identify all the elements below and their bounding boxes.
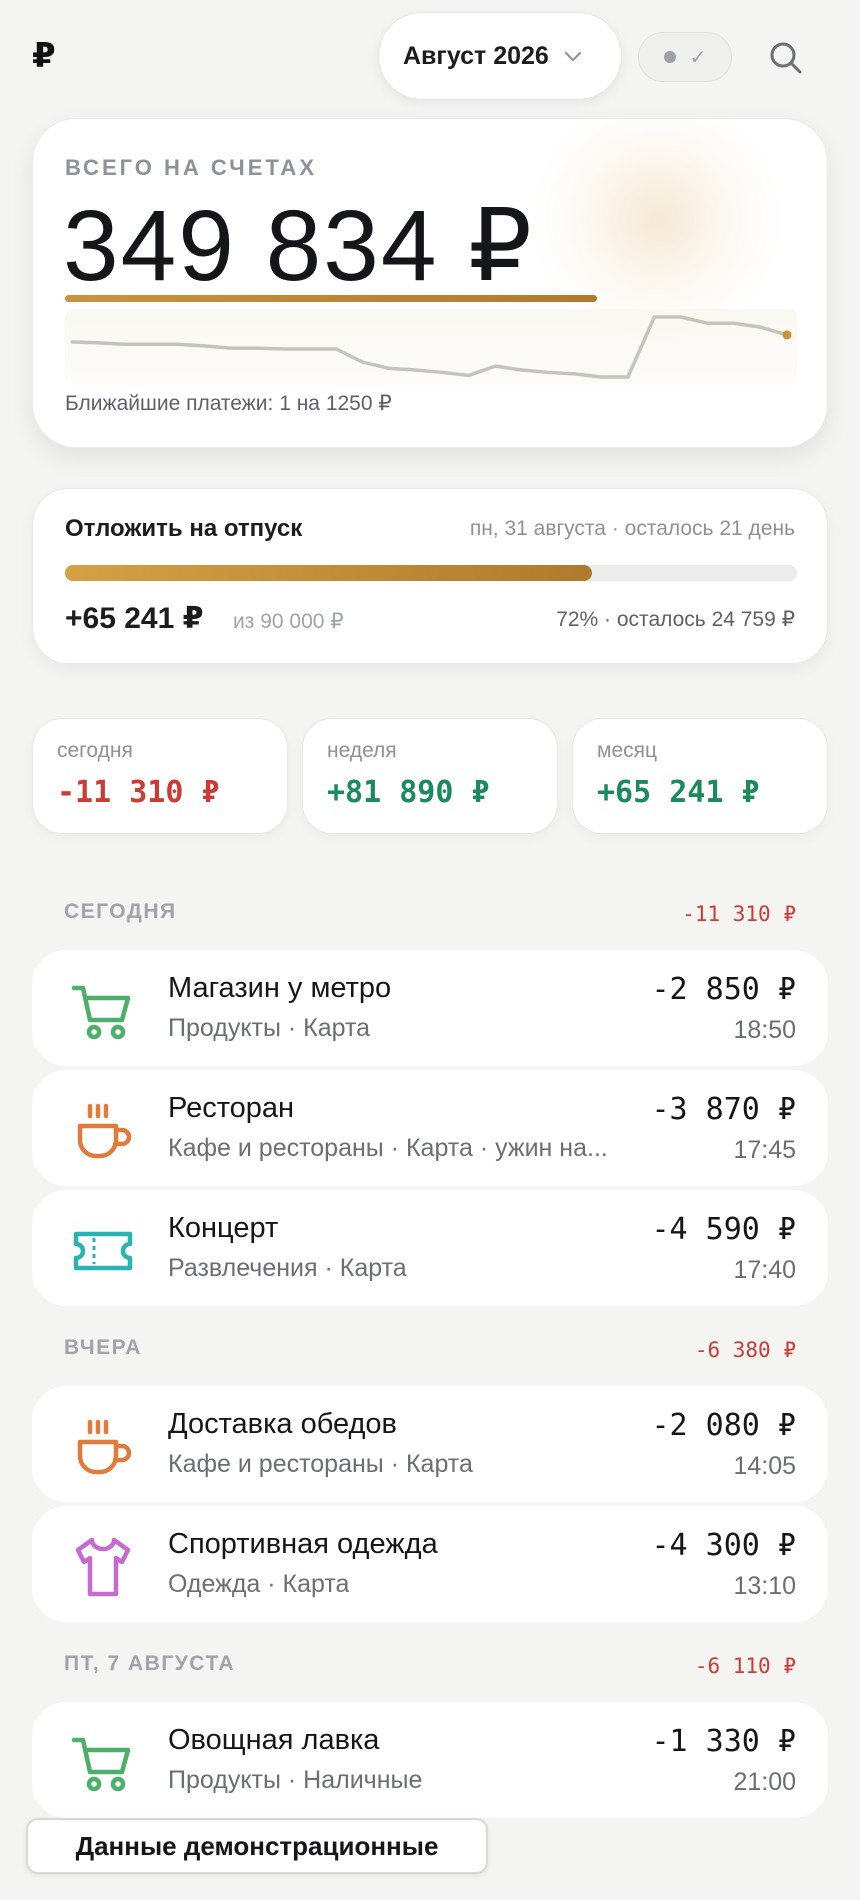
transaction-name: Концерт	[168, 1212, 279, 1244]
transaction-row[interactable]: Спортивная одежда Одежда · Карта -4 300 …	[32, 1506, 828, 1622]
goal-date-info: пн, 31 августа · осталось 21 день	[469, 517, 795, 540]
transaction-meta: Кафе и рестораны · Карта · ужин на...	[168, 1134, 608, 1162]
section-header-yesterday: ВЧЕРА -6 380 ₽	[64, 1336, 796, 1366]
transaction-time: 17:40	[733, 1256, 796, 1284]
goal-progress-track	[65, 565, 797, 581]
transaction-time: 21:00	[733, 1768, 796, 1796]
stat-label: месяц	[597, 739, 658, 762]
cart-icon	[71, 985, 131, 1040]
transaction-row[interactable]: Доставка обедов Кафе и рестораны · Карта…	[32, 1386, 828, 1502]
transaction-row[interactable]: Магазин у метро Продукты · Карта -2 850 …	[32, 950, 828, 1066]
stat-label: неделя	[327, 739, 397, 762]
section-total: -6 110 ₽	[694, 1654, 796, 1678]
demo-data-badge: Данные демонстрационные	[26, 1818, 488, 1874]
section-header-today: СЕГОДНЯ -11 310 ₽	[64, 900, 796, 930]
transaction-row[interactable]: Овощная лавка Продукты · Наличные -1 330…	[32, 1702, 828, 1818]
sparkline-end-dot	[782, 330, 792, 340]
month-selector[interactable]: Август 2026	[378, 12, 622, 100]
stat-label: сегодня	[57, 739, 133, 762]
stat-today[interactable]: сегодня -11 310 ₽	[32, 718, 288, 834]
stat-value: +81 890 ₽	[327, 775, 490, 810]
transaction-amount: -1 330 ₽	[651, 1724, 797, 1759]
check-icon: ✓	[689, 46, 707, 69]
status-dot-icon	[663, 51, 676, 63]
goal-progress-fill	[65, 565, 593, 581]
transaction-meta: Кафе и рестораны · Карта	[168, 1450, 473, 1478]
transaction-row[interactable]: Ресторан Кафе и рестораны · Карта · ужин…	[32, 1070, 828, 1186]
cart-icon	[71, 1737, 131, 1792]
transaction-amount: -2 080 ₽	[651, 1408, 797, 1443]
chevron-down-icon	[564, 52, 581, 61]
goal-target-amount: из 90 000 ₽	[233, 610, 344, 633]
goal-saved-amount: +65 241 ₽	[65, 602, 204, 635]
transaction-time: 17:45	[733, 1136, 796, 1164]
balance-underline	[65, 295, 597, 302]
balance-label: ВСЕГО НА СЧЕТАХ	[65, 155, 317, 180]
month-label: Август 2026	[403, 41, 549, 70]
section-header-aug-7: ПТ, 7 АВГУСТА -6 110 ₽	[64, 1652, 796, 1682]
transaction-time: 18:50	[733, 1016, 796, 1044]
transaction-amount: -4 590 ₽	[651, 1212, 797, 1247]
goal-title: Отложить на отпуск	[65, 515, 303, 542]
ruble-logo: ₽	[32, 37, 56, 75]
stat-week[interactable]: неделя +81 890 ₽	[302, 718, 558, 834]
tshirt-icon	[75, 1537, 131, 1597]
stat-value: -11 310 ₽	[57, 775, 220, 810]
transaction-name: Овощная лавка	[168, 1724, 380, 1756]
section-total: -11 310 ₽	[682, 902, 796, 926]
transaction-name: Ресторан	[168, 1092, 295, 1124]
transaction-meta: Продукты · Наличные	[168, 1766, 423, 1794]
card-glow-decoration	[527, 119, 787, 339]
transaction-time: 14:05	[733, 1452, 796, 1480]
sparkline-path	[70, 315, 788, 379]
balance-amount: 349 834 ₽	[63, 190, 534, 302]
sync-status-toggle[interactable]: ✓	[638, 32, 732, 82]
balance-sparkline	[70, 315, 792, 379]
transaction-name: Доставка обедов	[168, 1408, 397, 1440]
transaction-row[interactable]: Концерт Развлечения · Карта -4 590 ₽ 17:…	[32, 1190, 828, 1306]
transaction-amount: -4 300 ₽	[651, 1528, 797, 1563]
savings-goal-card[interactable]: Отложить на отпуск пн, 31 августа · оста…	[32, 488, 828, 664]
stat-value: +65 241 ₽	[597, 775, 760, 810]
stat-month[interactable]: месяц +65 241 ₽	[572, 718, 828, 834]
transaction-meta: Продукты · Карта	[168, 1014, 371, 1042]
ticket-icon	[73, 1231, 133, 1271]
transaction-amount: -3 870 ₽	[651, 1092, 797, 1127]
transaction-meta: Развлечения · Карта	[168, 1254, 407, 1282]
section-title: ПТ, 7 АВГУСТА	[64, 1652, 236, 1675]
section-total: -6 380 ₽	[694, 1338, 796, 1362]
upcoming-payments: Ближайшие платежи: 1 на 1250 ₽	[65, 392, 392, 415]
transaction-amount: -2 850 ₽	[651, 972, 797, 1007]
transaction-meta: Одежда · Карта	[168, 1570, 350, 1598]
section-title: СЕГОДНЯ	[64, 900, 177, 923]
app-header: ₽ Август 2026 ✓	[0, 0, 860, 110]
goal-progress-text: 72% · осталось 24 759 ₽	[556, 608, 795, 631]
transaction-name: Магазин у метро	[168, 972, 392, 1004]
balance-sparkline-area	[65, 309, 797, 385]
transaction-name: Спортивная одежда	[168, 1528, 438, 1560]
total-balance-card[interactable]: ВСЕГО НА СЧЕТАХ 349 834 ₽ Ближайшие плат…	[32, 118, 828, 448]
section-title: ВЧЕРА	[64, 1336, 142, 1359]
coffee-cup-icon	[77, 1103, 132, 1159]
search-icon[interactable]	[768, 40, 804, 76]
transaction-time: 13:10	[733, 1572, 796, 1600]
coffee-cup-icon	[77, 1419, 132, 1475]
